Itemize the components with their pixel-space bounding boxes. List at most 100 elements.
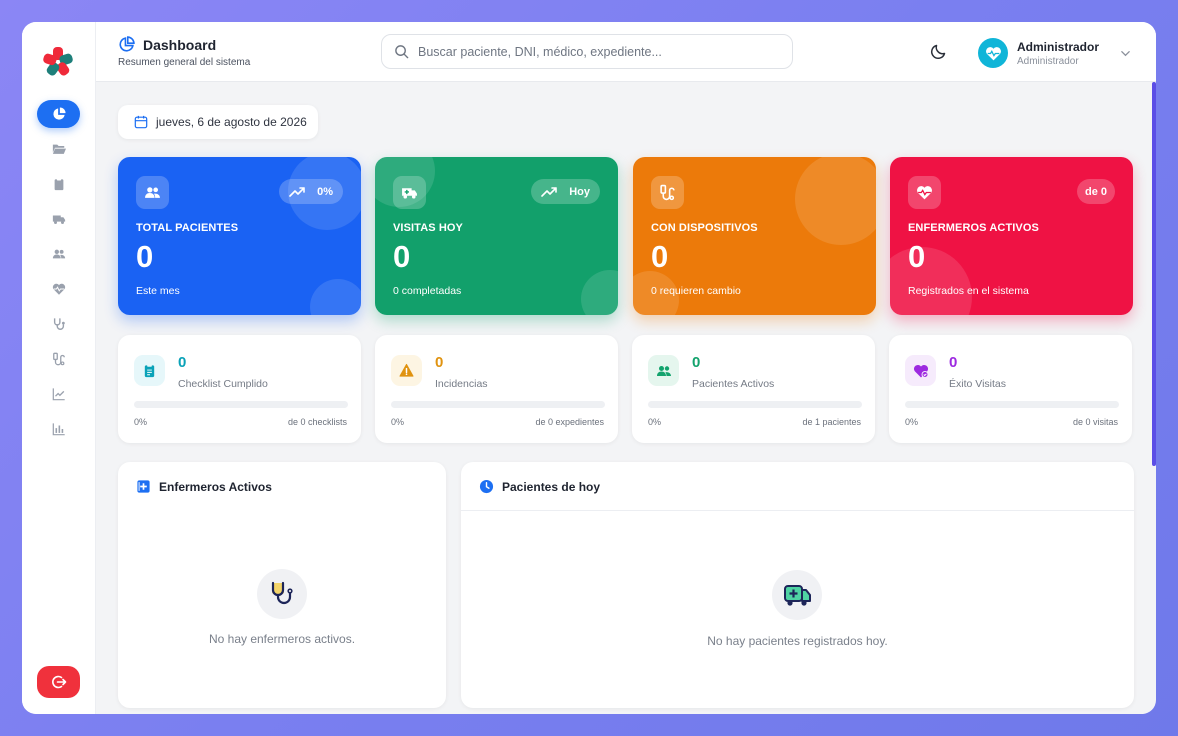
empty-state-text: No hay enfermeros activos.: [208, 632, 356, 646]
sidebar-item-nurses[interactable]: [37, 275, 80, 303]
panel-today-patients: Pacientes de hoy No hay pacientes regist…: [461, 462, 1134, 708]
ambulance-icon: [402, 188, 417, 199]
stat-value: 0: [136, 239, 154, 274]
page-subtitle: Resumen general del sistema: [118, 57, 251, 68]
stat-card-active-nurses[interactable]: de 0 ENFERMEROS ACTIVOS 0 Registrados en…: [890, 157, 1133, 315]
metric-label: Checklist Cumplido: [178, 378, 268, 390]
progress-bar: [391, 401, 605, 408]
chevron-down-icon: [1121, 50, 1130, 56]
heart-pulse-icon: [917, 186, 932, 200]
sidebar-item-dashboard[interactable]: [37, 100, 80, 128]
progress-bar: [134, 401, 348, 408]
metric-card-incidents[interactable]: 0 Incidencias 0% de 0 expedientes: [375, 335, 618, 443]
progress-bar: [648, 401, 862, 408]
stat-value: 0: [393, 239, 411, 274]
metric-label: Éxito Visitas: [949, 378, 1006, 390]
ambulance-icon: [784, 585, 811, 606]
sidebar-item-visits[interactable]: [37, 205, 80, 233]
folder-open-icon: [52, 144, 66, 154]
metric-card-visit-success[interactable]: 0 Éxito Visitas 0% de 0 visitas: [889, 335, 1132, 443]
metric-total: de 0 expedientes: [535, 417, 604, 427]
stat-card-visits-today[interactable]: Hoy VISITAS HOY 0 0 completadas: [375, 157, 618, 315]
stat-label: TOTAL PACIENTES: [136, 222, 239, 234]
metric-card-checklist[interactable]: 0 Checklist Cumplido 0% de 0 checklists: [118, 335, 361, 443]
metric-label: Pacientes Activos: [692, 378, 775, 390]
medical-box-icon: [137, 480, 150, 493]
stethoscope-icon: [271, 581, 293, 605]
user-role: Administrador: [1017, 55, 1079, 67]
stat-label: CON DISPOSITIVOS: [651, 222, 758, 234]
stat-footer: 0 completadas: [393, 285, 462, 297]
chart-pie-icon: [52, 107, 66, 120]
chart-pie-icon: [119, 36, 135, 52]
current-date: jueves, 6 de agosto de 2026: [156, 115, 307, 129]
ambulance-icon: [52, 215, 65, 224]
trend-up-icon: [52, 388, 65, 401]
iv-device-icon: [52, 352, 65, 366]
stat-value: 0: [651, 239, 669, 274]
stethoscope-icon: [53, 318, 65, 330]
calendar-icon: [134, 115, 148, 129]
users-icon: [52, 249, 65, 259]
sidebar-item-devices[interactable]: [37, 345, 80, 373]
sidebar: [22, 22, 96, 714]
sidebar-item-doctors[interactable]: [37, 310, 80, 338]
metric-card-active-patients[interactable]: 0 Pacientes Activos 0% de 1 pacientes: [632, 335, 875, 443]
stat-badge: de 0: [1076, 179, 1115, 204]
stat-badge: Hoy: [531, 179, 600, 204]
sidebar-item-reports[interactable]: [37, 415, 80, 443]
metric-total: de 1 pacientes: [802, 417, 861, 427]
trend-up-icon: [289, 187, 305, 197]
metric-percent: 0%: [648, 417, 662, 427]
panel-title: Enfermeros Activos: [159, 479, 272, 494]
stat-footer: Registrados en el sistema: [908, 285, 1029, 297]
bar-chart-icon: [52, 423, 65, 436]
clipboard-icon: [54, 177, 63, 191]
heart-pulse-icon: [985, 46, 1001, 60]
scrollbar[interactable]: [1152, 82, 1156, 466]
sidebar-item-patients[interactable]: [37, 240, 80, 268]
user-menu[interactable]: Administrador Administrador: [978, 38, 1131, 68]
panel-divider: [461, 510, 1134, 511]
sidebar-item-trends[interactable]: [37, 380, 80, 408]
sidebar-item-records[interactable]: [37, 135, 80, 163]
moon-icon[interactable]: [930, 42, 948, 60]
metric-percent: 0%: [905, 417, 919, 427]
user-name: Administrador: [1017, 39, 1100, 54]
logout-button[interactable]: [37, 666, 80, 698]
stat-card-devices[interactable]: CON DISPOSITIVOS 0 0 requieren cambio: [633, 157, 876, 315]
metric-value: 0: [692, 354, 701, 371]
sidebar-item-checklists[interactable]: [37, 170, 80, 198]
metric-percent: 0%: [391, 417, 405, 427]
stat-value: 0: [908, 239, 926, 274]
search-input[interactable]: [418, 44, 778, 59]
stat-card-total-patients[interactable]: 0% TOTAL PACIENTES 0 Este mes: [118, 157, 361, 315]
panel-active-nurses: Enfermeros Activos No hay enfermeros act…: [118, 462, 446, 708]
app-window: Dashboard Resumen general del sistema Ad…: [22, 22, 1156, 714]
metric-value: 0: [435, 354, 444, 371]
iv-device-icon: [660, 184, 675, 201]
stat-label: VISITAS HOY: [393, 222, 463, 234]
metric-value: 0: [949, 354, 958, 371]
clock-icon: [479, 479, 494, 494]
search-icon: [395, 45, 409, 59]
metric-total: de 0 visitas: [1072, 417, 1118, 427]
metric-value: 0: [178, 354, 187, 371]
users-icon: [656, 365, 671, 376]
date-display: jueves, 6 de agosto de 2026: [118, 105, 318, 139]
warning-icon: [399, 363, 414, 377]
metric-percent: 0%: [134, 417, 148, 427]
heart-pulse-icon: [52, 283, 65, 295]
stat-badge: 0%: [279, 179, 343, 204]
page-title: Dashboard: [143, 36, 217, 53]
progress-bar: [905, 401, 1119, 408]
metric-label: Incidencias: [435, 378, 488, 390]
panel-title: Pacientes de hoy: [502, 479, 601, 494]
search-box[interactable]: [381, 34, 793, 69]
app-logo-icon[interactable]: [42, 46, 74, 78]
logout-icon: [51, 675, 66, 689]
stat-footer: 0 requieren cambio: [651, 285, 741, 297]
metric-total: de 0 checklists: [287, 417, 347, 427]
top-bar: Dashboard Resumen general del sistema Ad…: [96, 22, 1156, 82]
stat-label: ENFERMEROS ACTIVOS: [908, 222, 1039, 234]
